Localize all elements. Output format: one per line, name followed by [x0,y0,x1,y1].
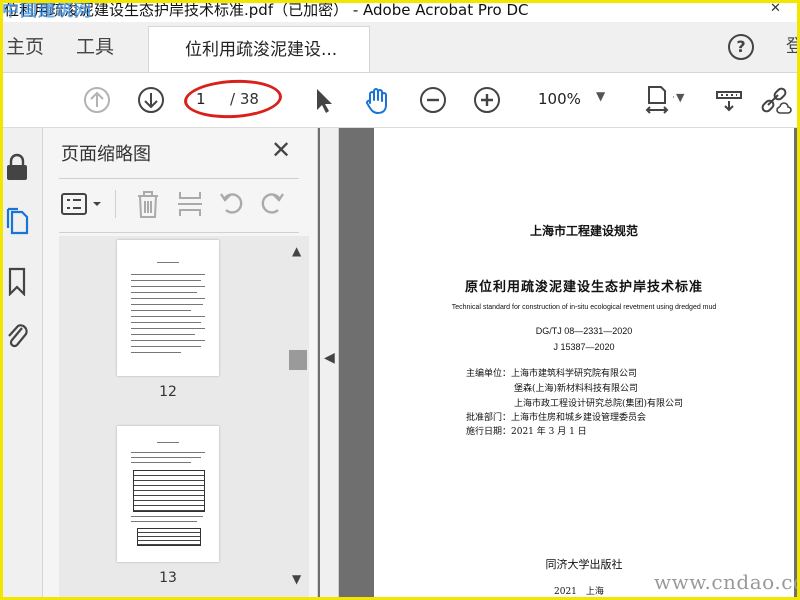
scroll-thumb[interactable] [289,350,307,370]
zoom-out-icon[interactable] [416,83,450,117]
thumbnail-panel: 页面缩略图 ✕ 12 13 ▲ ▼ [43,128,318,600]
delete-page-icon[interactable] [133,188,163,220]
doc-header: 上海市工程建设规范 [529,224,638,238]
page-thumbnail[interactable] [117,240,219,376]
thumbnail-list: 12 13 [59,236,309,600]
thumbnail-label: 12 [159,384,177,400]
doc-editor: 主编单位：上海市建筑科学研究院有限公司 [466,369,638,379]
zoom-in-icon[interactable] [470,83,504,117]
chevron-left-icon: ◀ [324,350,335,366]
hand-tool-icon[interactable] [360,83,394,117]
select-tool-icon[interactable] [306,83,340,117]
chevron-down-icon: ▼ [596,89,606,103]
watermark-text: 中国建筑网 [2,1,92,21]
panel-title: 页面缩略图 [61,144,151,165]
tab-tools[interactable]: 工具 [76,22,114,72]
menu-bar: 主页 工具 位利用疏浚泥建设... ? 登 [0,22,800,73]
thumbnail-options-icon[interactable] [59,188,107,220]
help-icon[interactable]: ? [728,34,754,60]
rotate-counterclockwise-icon[interactable] [217,188,247,220]
collapse-panel-button[interactable]: ◀ [320,128,339,600]
page-thumbnails-icon[interactable] [4,206,30,236]
tab-document-label: 位利用疏浚泥建设... [185,40,338,60]
share-link-icon[interactable] [758,83,792,117]
doc-editor: 堡森(上海)新材料科技有限公司 [514,384,639,394]
zoom-select[interactable]: 100% ▼ [530,87,616,113]
doc-year-place: 2021 上海 [554,587,604,597]
tab-document[interactable]: 位利用疏浚泥建设... [148,26,370,72]
previous-page-icon[interactable] [80,83,114,117]
main-toolbar: / 38 100% ▼ ▼ [0,73,800,128]
bookmark-icon[interactable] [4,266,30,297]
divider [59,232,299,233]
tab-home[interactable]: 主页 [6,22,44,72]
thumbnail-scrollbar[interactable]: ▲ ▼ [289,242,309,600]
doc-editor: 上海市政工程设计研究总院(集团)有限公司 [514,399,684,409]
doc-date: 施行日期：2021 年 3 月 1 日 [466,427,587,437]
next-page-icon[interactable] [134,83,168,117]
left-tool-rail [0,128,43,600]
toolbar-divider [115,190,116,218]
thumbnail-label: 13 [159,570,177,586]
rotate-clockwise-icon[interactable] [257,188,287,220]
scrolling-mode-icon[interactable] [712,83,746,117]
fit-page-icon[interactable] [640,83,676,117]
divider [59,178,299,179]
doc-code-secondary: J 15387—2020 [553,342,615,352]
scroll-up-icon[interactable]: ▲ [292,244,301,258]
doc-approver: 批准部门：上海市住房和城乡建设管理委员会 [466,413,647,423]
title-bar: 位利用疏浚泥建设生态护岸技术标准.pdf（已加密） - Adobe Acroba… [0,0,800,22]
zoom-value: 100% [538,90,581,108]
sign-in-link[interactable]: 登 [786,22,800,72]
doc-title: 原位利用疏浚泥建设生态护岸技术标准 [464,280,703,295]
doc-english-title: Technical standard for construction of i… [451,304,717,311]
site-watermark: www.cndao.com [654,570,800,594]
page-thumbnail[interactable] [117,426,219,562]
window-close-icon[interactable]: ✕ [770,0,781,18]
fit-page-dropdown-icon[interactable]: ▼ [676,91,684,104]
pdf-page: 上海市工程建设规范 原位利用疏浚泥建设生态护岸技术标准 Technical st… [374,128,794,600]
insert-page-icon[interactable] [175,188,205,220]
close-icon[interactable]: ✕ [271,136,291,164]
attachment-icon[interactable] [4,320,30,350]
lock-icon[interactable] [4,152,30,182]
scroll-down-icon[interactable]: ▼ [292,572,301,586]
doc-code: DG/TJ 08—2331—2020 [535,326,633,336]
